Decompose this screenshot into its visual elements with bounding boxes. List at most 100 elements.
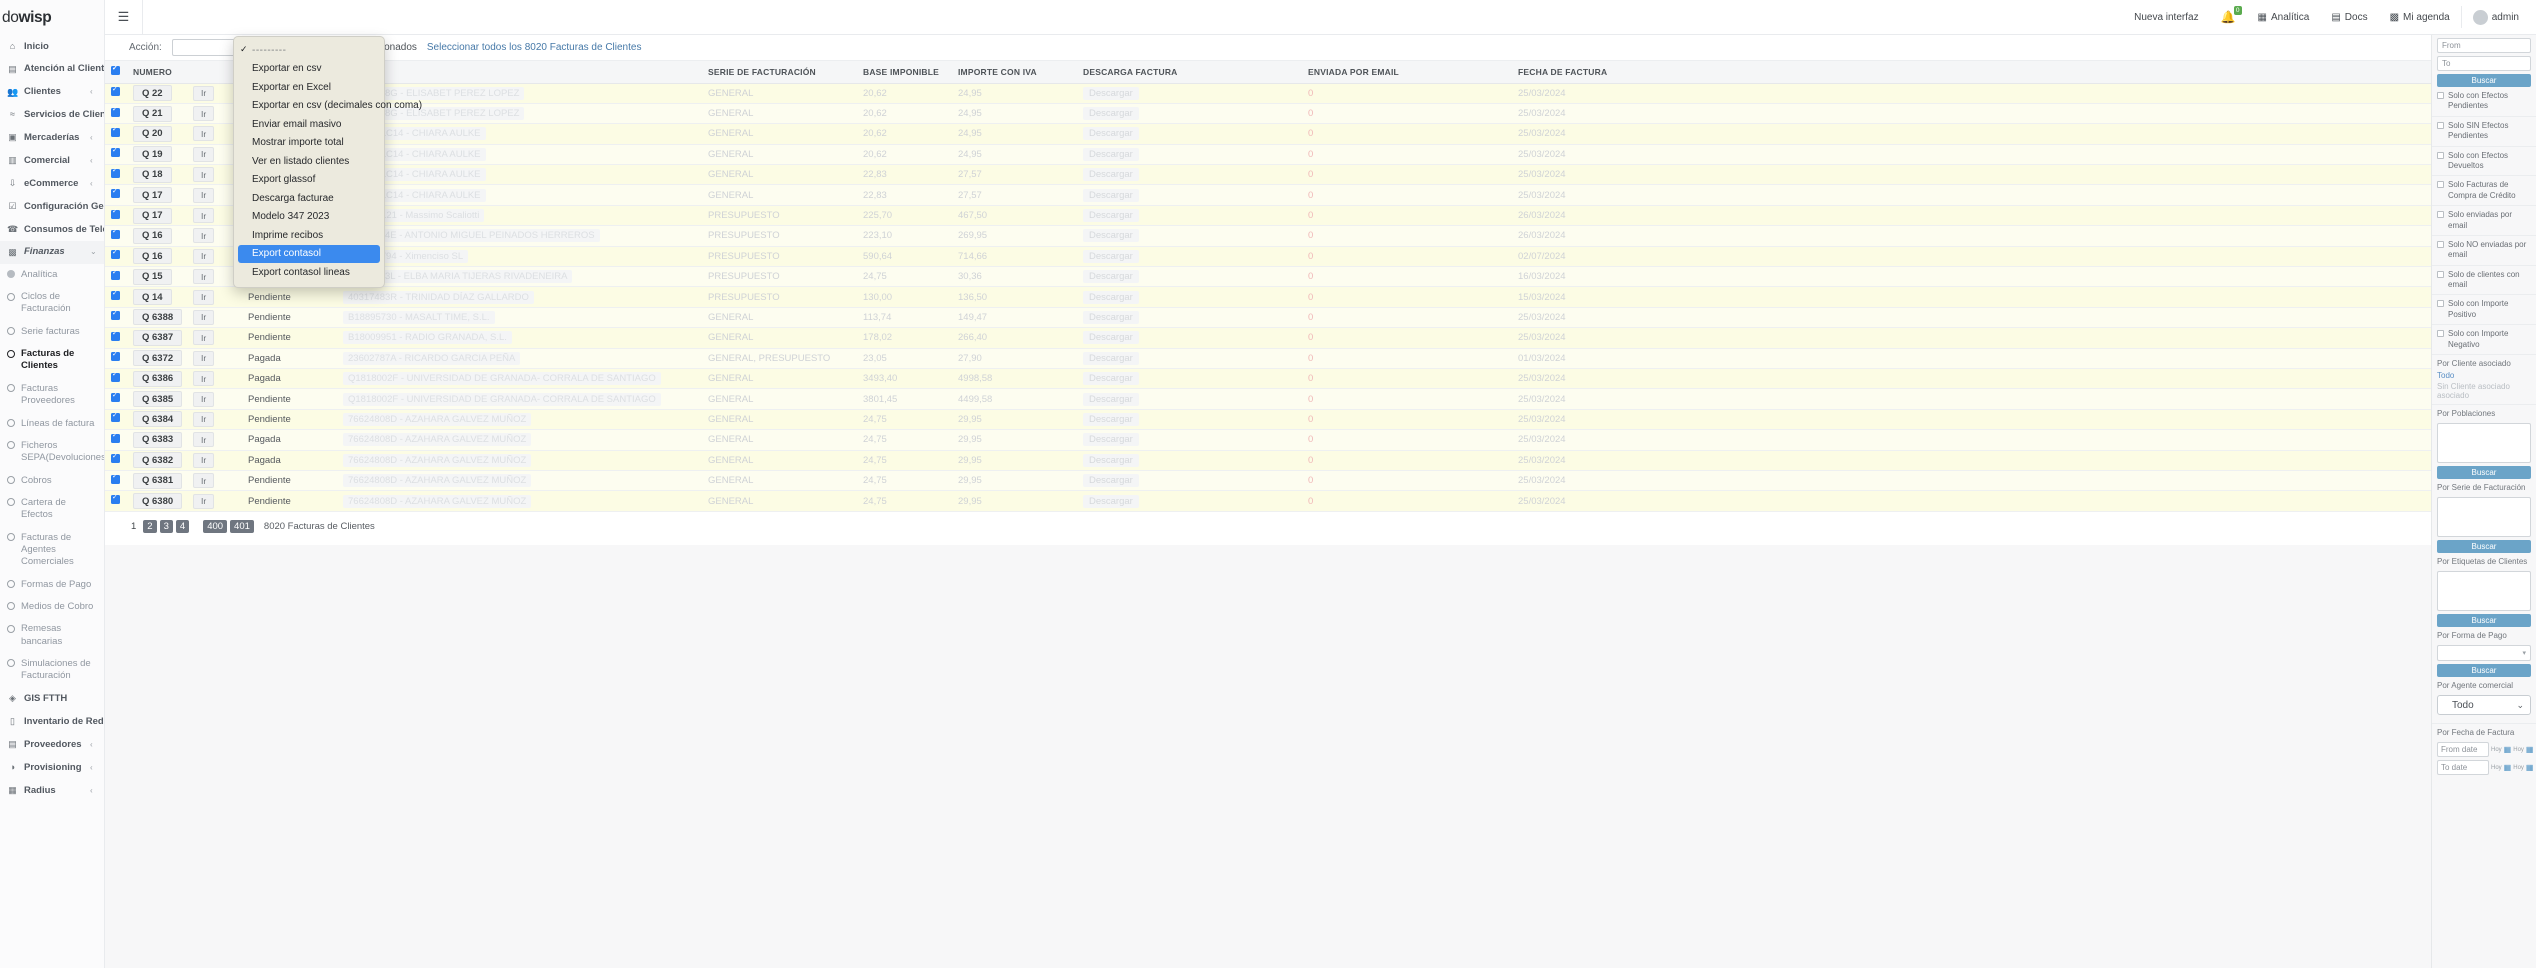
row-cliente-cell[interactable]: B18009951 - RADIO GRANADA, S.L.	[337, 327, 702, 349]
descargar-button[interactable]: Descargar	[1083, 107, 1139, 121]
sidebar-item-proveedores[interactable]: ▤ Proveedores ‹	[0, 733, 104, 756]
cliente-pill[interactable]: 40317483R - TRINIDAD DÍAZ GALLARDO	[343, 290, 534, 304]
sidebar-item-ficheros-sepa[interactable]: Ficheros SEPA(Devoluciones)	[0, 435, 104, 470]
sidebar-item-consumos-telefonia[interactable]: ☎ Consumos de Telefonía ‹	[0, 218, 104, 241]
dropdown-item-6[interactable]: Ver en listado clientes	[234, 152, 384, 171]
sidebar-item-comercial[interactable]: ▥ Comercial ‹	[0, 149, 104, 172]
row-ir-cell[interactable]: Ir	[187, 429, 242, 451]
row-descarga-cell[interactable]: Descargar	[1077, 205, 1302, 227]
cliente-pill[interactable]: Q1818002F - UNIVERSIDAD DE GRANADA- CORR…	[343, 392, 661, 406]
row-ir-cell[interactable]: Ir	[187, 470, 242, 492]
row-numero-cell[interactable]: Q 6388	[127, 307, 187, 329]
invoice-number-button[interactable]: Q 6385	[133, 391, 183, 408]
page-401[interactable]: 401	[230, 519, 254, 533]
table-row[interactable]: Q 16IrPendiente24186224E - ANTONIO MIGUE…	[105, 225, 2535, 247]
row-numero-cell[interactable]: Q 6384	[127, 409, 187, 431]
row-descarga-cell[interactable]: Descargar	[1077, 286, 1302, 308]
filter-fecha-to-input[interactable]: To date	[2437, 760, 2489, 776]
row-descarga-cell[interactable]: Descargar	[1077, 164, 1302, 186]
descargar-button[interactable]: Descargar	[1083, 372, 1139, 386]
filter-check-enviadas-email[interactable]: Solo enviadas por email	[2432, 206, 2536, 236]
invoice-number-button[interactable]: Q 6382	[133, 452, 183, 469]
descargar-button[interactable]: Descargar	[1083, 147, 1139, 161]
row-select-cell[interactable]	[105, 429, 127, 451]
row-descarga-cell[interactable]: Descargar	[1077, 144, 1302, 166]
row-checkbox[interactable]	[111, 227, 120, 239]
invoice-number-button[interactable]: Q 19	[133, 146, 172, 163]
row-cliente-cell[interactable]: 76624808D - AZAHARA GALVEZ MUÑOZ	[337, 450, 702, 471]
filter-serie-input[interactable]	[2437, 497, 2531, 538]
cliente-pill[interactable]: 76624808D - AZAHARA GALVEZ MUÑOZ	[343, 474, 532, 488]
filter-poblaciones-input[interactable]	[2437, 423, 2531, 464]
ir-button[interactable]: Ir	[193, 269, 215, 285]
filter-hoy-label[interactable]: Hoy	[2491, 765, 2502, 771]
ir-button[interactable]: Ir	[193, 411, 215, 427]
row-checkbox[interactable]	[111, 105, 120, 117]
ir-button[interactable]: Ir	[193, 473, 215, 489]
filter-etiquetas-input[interactable]	[2437, 571, 2531, 612]
invoice-number-button[interactable]: Q 18	[133, 166, 172, 183]
table-row[interactable]: Q 6387 Ir Pendiente B18009951 - RADIO GRANA…	[105, 327, 2535, 349]
descargar-button[interactable]: Descargar	[1083, 392, 1139, 406]
sidebar-item-remesas-bancarias[interactable]: Remesas bancarias	[0, 618, 104, 653]
row-descarga-cell[interactable]: Descargar	[1077, 368, 1302, 390]
row-ir-cell[interactable]: Ir	[187, 450, 242, 471]
sidebar-item-serie-facturas[interactable]: Serie facturas	[0, 321, 104, 343]
row-select-cell[interactable]	[105, 470, 127, 492]
col-base[interactable]: BASE IMPONIBLE	[857, 61, 952, 84]
sidebar-item-lineas-factura[interactable]: Líneas de factura	[0, 413, 104, 435]
ir-button[interactable]: Ir	[193, 126, 215, 142]
sidebar-item-medios-cobro[interactable]: Medios de Cobro	[0, 596, 104, 618]
row-descarga-cell[interactable]: Descargar	[1077, 246, 1302, 268]
row-numero-cell[interactable]: Q 17	[127, 205, 187, 227]
invoice-number-button[interactable]: Q 6383	[133, 431, 183, 448]
col-cliente[interactable]: CLIENTE	[337, 61, 702, 84]
row-select-cell[interactable]	[105, 225, 127, 247]
table-row[interactable]: Q 20IrPagadaL5YWCLC14 - CHIARA AULKEGENE…	[105, 123, 2535, 145]
ir-button[interactable]: Ir	[193, 350, 215, 366]
col-email[interactable]: ENVIADA POR EMAIL	[1302, 61, 1512, 84]
dropdown-item-10[interactable]: Imprime recibos	[234, 226, 384, 245]
row-ir-cell[interactable]: Ir	[187, 307, 242, 329]
dropdown-item-2[interactable]: Exportar en Excel	[234, 78, 384, 97]
dropdown-item-1[interactable]: Exportar en csv	[234, 60, 384, 79]
row-checkbox[interactable]	[111, 309, 120, 321]
row-cliente-cell[interactable]: L5YWCLC14 - CHIARA AULKE	[337, 184, 702, 206]
descargar-button[interactable]: Descargar	[1083, 249, 1139, 263]
table-row[interactable]: Q 6383 Ir Pagada 76624808D - AZAHARA GALVEZ…	[105, 429, 2535, 451]
ir-button[interactable]: Ir	[193, 330, 215, 346]
row-cliente-cell[interactable]: Q1818002F - UNIVERSIDAD DE GRANADA- CORR…	[337, 388, 702, 410]
ir-button[interactable]: Ir	[193, 371, 215, 387]
row-select-cell[interactable]	[105, 164, 127, 186]
dropdown-item-12[interactable]: Export contasol lineas	[234, 263, 384, 282]
dropdown-item-0[interactable]: ✓ ---------	[234, 41, 384, 60]
dropdown-item-5[interactable]: Mostrar importe total	[234, 134, 384, 153]
filter-buscar-forma-pago[interactable]: Buscar	[2437, 664, 2531, 678]
row-select-cell[interactable]	[105, 286, 127, 308]
ir-button[interactable]: Ir	[193, 289, 215, 305]
row-numero-cell[interactable]: Q 6383	[127, 429, 187, 451]
descargar-button[interactable]: Descargar	[1083, 270, 1139, 284]
row-numero-cell[interactable]: Q 6372	[127, 348, 187, 369]
dropdown-item-11[interactable]: Export contasol	[238, 244, 380, 263]
calendar-icon[interactable]: ▦	[2526, 763, 2534, 772]
row-numero-cell[interactable]: Q 14	[127, 286, 187, 308]
row-cliente-cell[interactable]: L5YWCLC14 - CHIARA AULKE	[337, 164, 702, 186]
sidebar-item-atencion-cliente[interactable]: ▤ Atención al Cliente ‹	[0, 58, 104, 81]
filter-check-compra-credito[interactable]: Solo Facturas de Compra de Crédito	[2432, 176, 2536, 207]
row-select-cell[interactable]	[105, 123, 127, 145]
filter-cliente-todo[interactable]: Todo	[2432, 370, 2536, 381]
row-select-cell[interactable]	[105, 348, 127, 369]
invoice-number-button[interactable]: Q 20	[133, 125, 172, 142]
row-numero-cell[interactable]: Q 6385	[127, 388, 187, 410]
row-checkbox[interactable]	[111, 411, 120, 423]
filter-fecha-from-input[interactable]: From date	[2437, 742, 2489, 758]
sidebar-item-formas-pago[interactable]: Formas de Pago	[0, 574, 104, 596]
filter-buscar-serie[interactable]: Buscar	[2437, 540, 2531, 554]
descargar-button[interactable]: Descargar	[1083, 494, 1139, 508]
row-checkbox[interactable]	[111, 472, 120, 484]
page-4[interactable]: 4	[175, 519, 190, 533]
row-cliente-cell[interactable]: Q1818002F - UNIVERSIDAD DE GRANADA- CORR…	[337, 368, 702, 390]
calendar-icon[interactable]: ▦	[2504, 763, 2512, 772]
row-select-cell[interactable]	[105, 103, 127, 125]
